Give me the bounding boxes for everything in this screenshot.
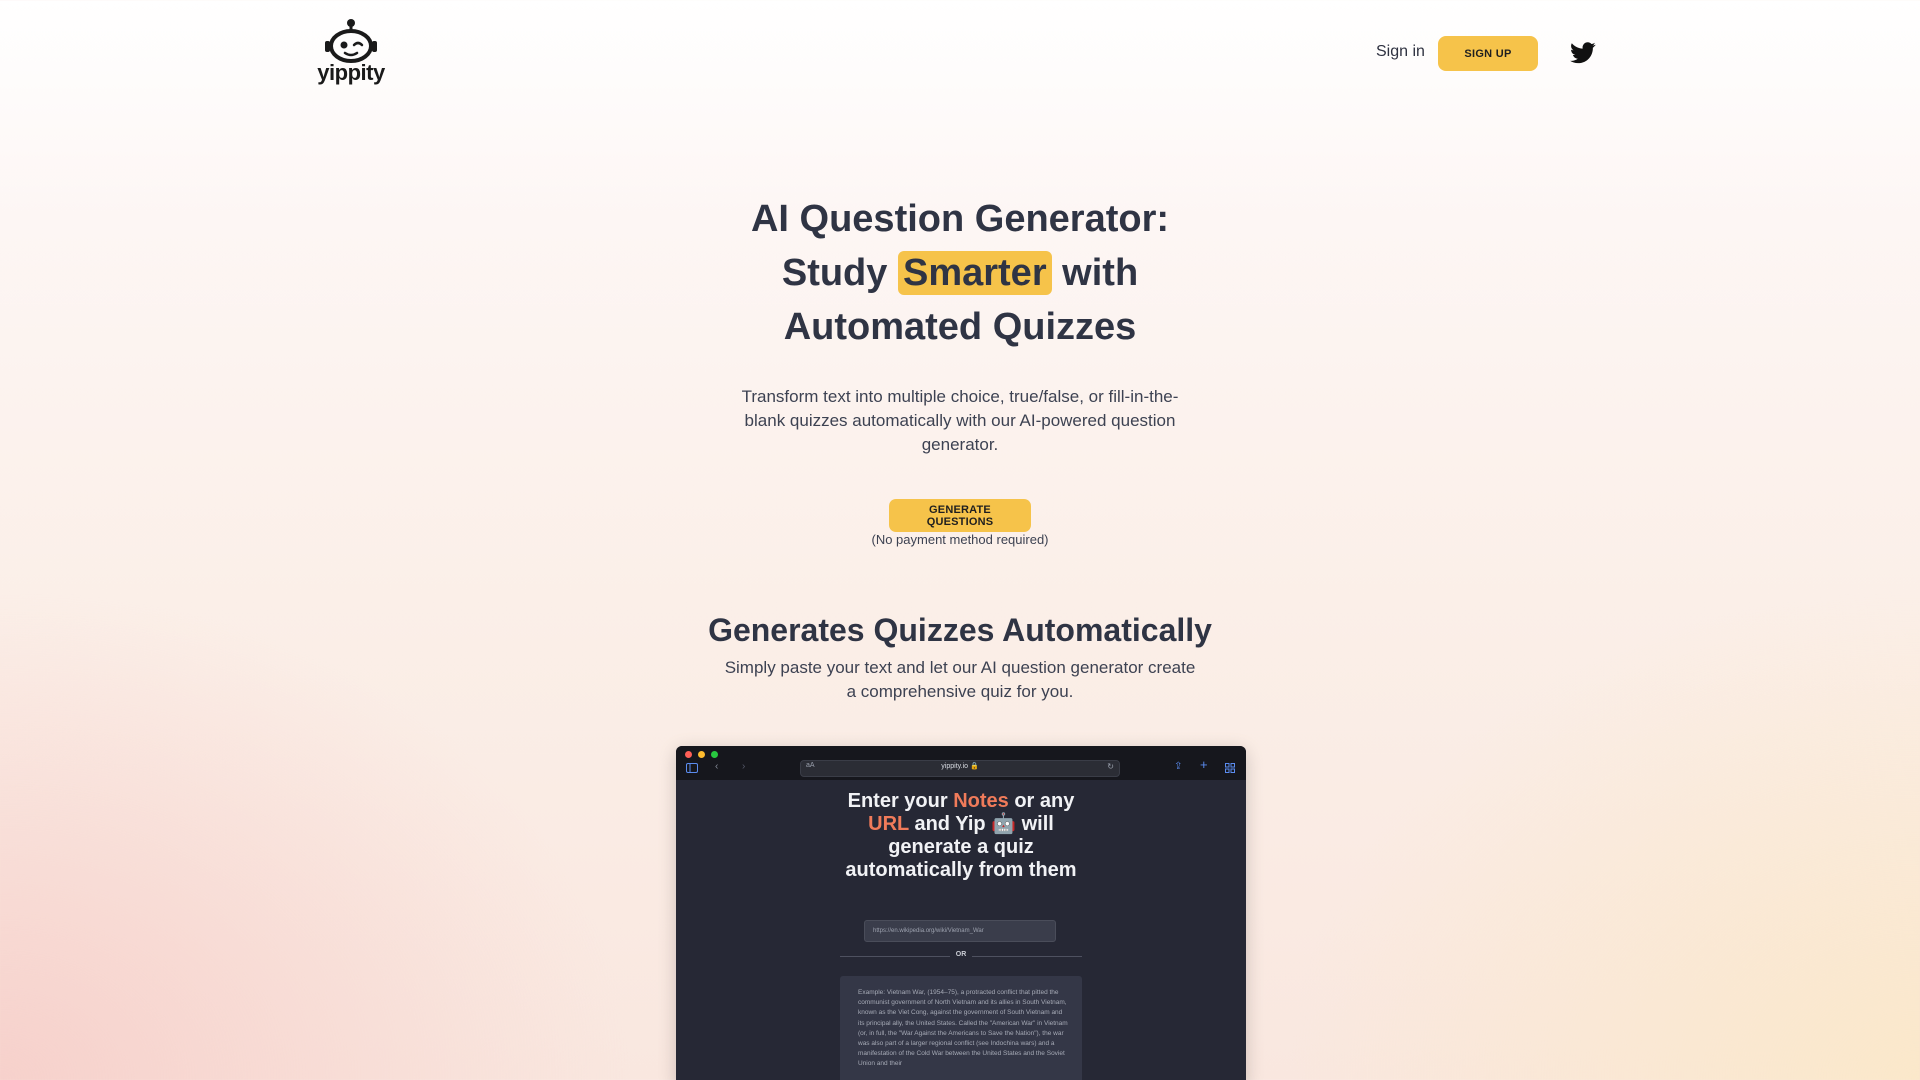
tabs-grid-icon [1225,763,1235,773]
mockup-title: Enter your Notes or any URL and Yip 🤖 wi… [826,790,1096,882]
url-text: yippity.io 🔒 [941,763,979,770]
mockup-title-url: URL [868,813,909,835]
or-divider-left [840,956,950,957]
generate-questions-button[interactable]: GENERATE QUESTIONS [889,499,1031,532]
close-dot-icon [685,751,692,758]
mockup-url-input: https://en.wikipedia.org/wiki/Vietnam_Wa… [864,920,1056,942]
hero-title-with: with [1062,252,1139,294]
section-title: Generates Quizzes Automatically [708,612,1212,648]
browser-chrome: ‹ › aA yippity.io 🔒 ↻ ⇪ + [676,746,1246,780]
twitter-icon[interactable] [1570,42,1596,64]
mockup-content: Enter your Notes or any URL and Yip 🤖 wi… [676,780,1246,1080]
maximize-dot-icon [711,751,718,758]
robot-logo-icon [325,19,377,63]
hero-title-line3: Automated Quizzes [783,306,1137,348]
hero-title-highlight: Smarter [897,251,1052,295]
section-subtitle: Simply paste your text and let our AI qu… [724,658,1196,701]
sign-up-button[interactable]: SIGN UP [1438,36,1538,71]
hero-title: AI Question Generator: Study Smarter wit… [660,192,1260,354]
sign-in-link[interactable]: Sign in [1376,43,1425,61]
share-icon: ⇪ [1174,761,1183,772]
back-icon: ‹ [715,761,719,772]
reload-icon: ↻ [1107,762,1114,771]
sidebar-icon [686,763,698,773]
url-bar: aA yippity.io 🔒 ↻ [800,760,1120,777]
mockup-notes-textarea: Example: Vietnam War, (1954–75), a protr… [840,976,1082,1080]
hero-title-study: Study [781,252,888,294]
logo-text: yippity [317,60,385,85]
or-divider-right [972,956,1082,957]
minimize-dot-icon [698,751,705,758]
forward-icon: › [742,761,746,772]
hero-subtitle: Transform text into multiple choice, tru… [741,387,1179,454]
no-payment-note: (No payment method required) [871,532,1049,547]
new-tab-icon: + [1200,757,1208,772]
hero-title-line1: AI Question Generator: [750,198,1170,240]
app-preview-mockup: ‹ › aA yippity.io 🔒 ↻ ⇪ + Enter your Not… [676,746,1246,1080]
mockup-title-part1: Enter your [847,790,948,812]
mockup-title-part2: or any [1014,790,1075,812]
logo[interactable]: yippity [314,18,388,88]
site-header: yippity Sign in SIGN UP [0,0,1920,100]
mockup-title-notes: Notes [953,790,1009,812]
